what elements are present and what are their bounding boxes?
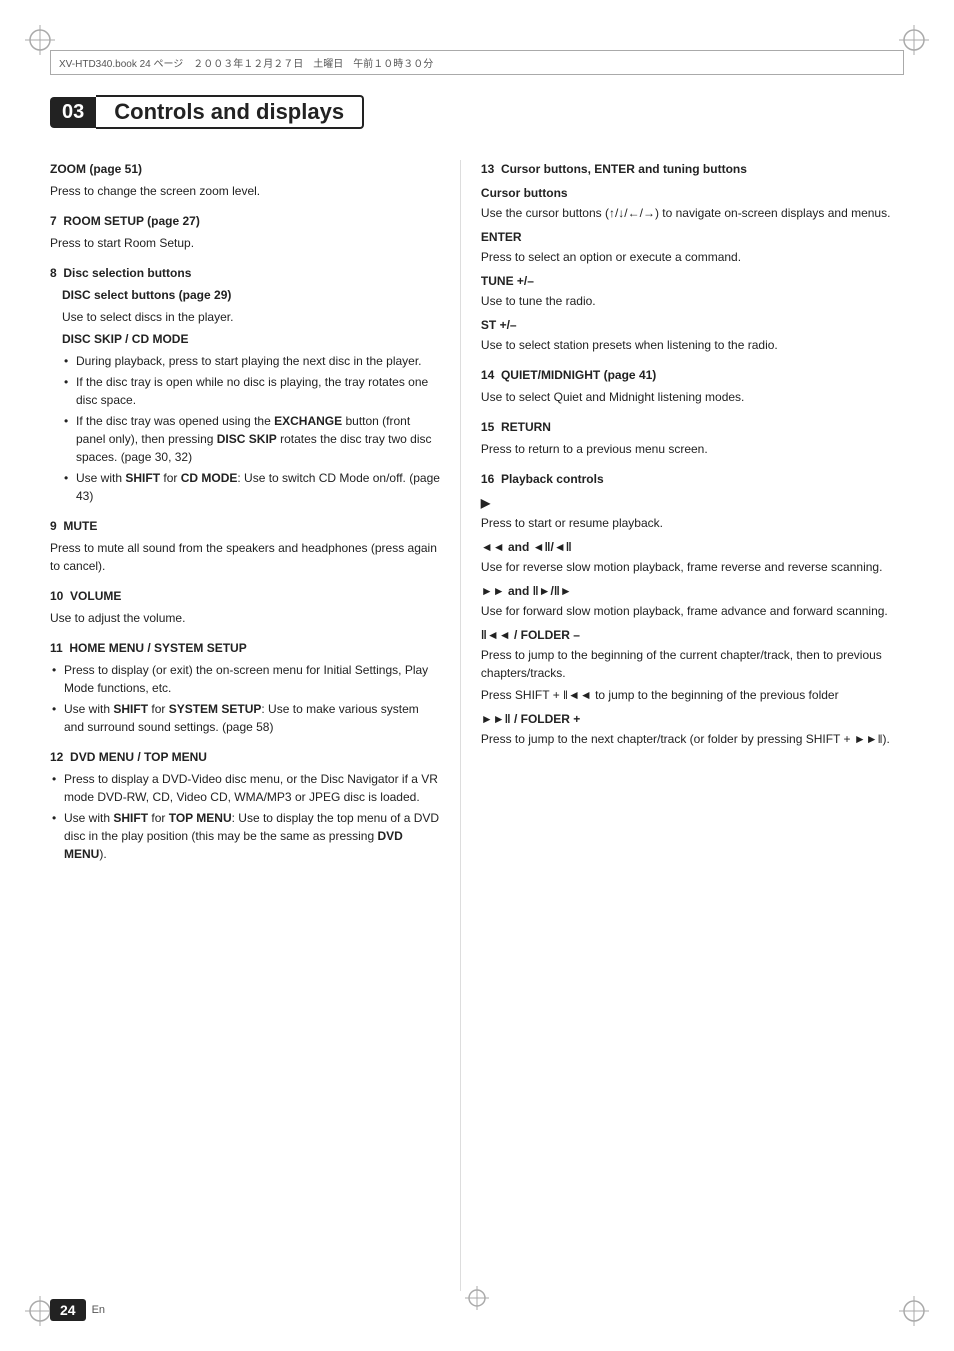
- disc-skip-bullet-4: Use with SHIFT for CD MODE: Use to switc…: [62, 469, 440, 505]
- item11-bullet-1: Press to display (or exit) the on-screen…: [50, 661, 440, 697]
- fwd-body: Use for forward slow motion playback, fr…: [481, 602, 904, 620]
- item14-body: Use to select Quiet and Midnight listeni…: [481, 388, 904, 406]
- disc-skip-bullet-1: During playback, press to start playing …: [62, 352, 440, 370]
- section-item11: 11 HOME MENU / SYSTEM SETUP Press to dis…: [50, 639, 440, 736]
- item7-title: ROOM SETUP (page 27): [63, 214, 199, 228]
- item16-title: Playback controls: [501, 472, 604, 486]
- disc-skip-bullets: During playback, press to start playing …: [62, 352, 440, 505]
- item12-title: DVD MENU / TOP MENU: [70, 750, 207, 764]
- section-item8: 8 Disc selection buttons DISC select but…: [50, 264, 440, 505]
- item15-body: Press to return to a previous menu scree…: [481, 440, 904, 458]
- section-zoom: ZOOM (page 51) Press to change the scree…: [50, 160, 440, 200]
- rew-title: ◄◄ and ◄‖/◄‖: [481, 538, 904, 556]
- next-body: Press to jump to the next chapter/track …: [481, 730, 904, 748]
- item9-number: 9: [50, 519, 57, 533]
- item14-number: 14: [481, 368, 494, 382]
- item15-title: RETURN: [501, 420, 551, 434]
- disc-select-body: Use to select discs in the player.: [62, 308, 440, 326]
- play-title: ▶: [481, 494, 904, 512]
- st-title: ST +/–: [481, 316, 904, 334]
- item9-title: MUTE: [63, 519, 97, 533]
- left-column: ZOOM (page 51) Press to change the scree…: [50, 160, 460, 1291]
- header-bar: XV-HTD340.book 24 ページ ２００３年１２月２７日 土曜日 午前…: [50, 50, 904, 75]
- section-item10: 10 VOLUME Use to adjust the volume.: [50, 587, 440, 627]
- item8-title: Disc selection buttons: [63, 266, 191, 280]
- st-body: Use to select station presets when liste…: [481, 336, 904, 354]
- prev-body: Press to jump to the beginning of the cu…: [481, 646, 904, 682]
- zoom-body: Press to change the screen zoom level.: [50, 182, 440, 200]
- corner-mark-br: [894, 1291, 934, 1331]
- enter-body: Press to select an option or execute a c…: [481, 248, 904, 266]
- item10-number: 10: [50, 589, 63, 603]
- chapter-number: 03: [50, 97, 96, 128]
- prev-shift: Press SHIFT + ‖◄◄ to jump to the beginni…: [481, 686, 904, 704]
- item11-bullet-2: Use with SHIFT for SYSTEM SETUP: Use to …: [50, 700, 440, 736]
- item12-bullets: Press to display a DVD-Video disc menu, …: [50, 770, 440, 863]
- disc-skip-bullet-3: If the disc tray was opened using the EX…: [62, 412, 440, 466]
- section-item7: 7 ROOM SETUP (page 27) Press to start Ro…: [50, 212, 440, 252]
- item16-number: 16: [481, 472, 494, 486]
- item13-number: 13: [481, 162, 494, 176]
- right-column: 13 Cursor buttons, ENTER and tuning butt…: [460, 160, 904, 1291]
- cursor-body: Use the cursor buttons (↑/↓/←/→) to navi…: [481, 204, 904, 222]
- item11-bullets: Press to display (or exit) the on-screen…: [50, 661, 440, 736]
- item14-title: QUIET/MIDNIGHT (page 41): [501, 368, 656, 382]
- page-lang: En: [92, 1304, 105, 1316]
- item15-number: 15: [481, 420, 494, 434]
- tune-body: Use to tune the radio.: [481, 292, 904, 310]
- section-item12: 12 DVD MENU / TOP MENU Press to display …: [50, 748, 440, 863]
- item10-body: Use to adjust the volume.: [50, 609, 440, 627]
- item8-number: 8: [50, 266, 57, 280]
- item9-body: Press to mute all sound from the speaker…: [50, 539, 440, 575]
- chapter-title: Controls and displays: [96, 95, 364, 129]
- item13-title: Cursor buttons, ENTER and tuning buttons: [501, 162, 747, 176]
- item11-title: HOME MENU / SYSTEM SETUP: [69, 641, 246, 655]
- disc-skip-bullet-2: If the disc tray is open while no disc i…: [62, 373, 440, 409]
- disc-skip-title: DISC SKIP / CD MODE: [62, 330, 440, 348]
- disc-select-title: DISC select buttons (page 29): [62, 288, 231, 302]
- page-footer: 24 En: [50, 1299, 105, 1321]
- zoom-title: ZOOM (page 51): [50, 162, 142, 176]
- section-item9: 9 MUTE Press to mute all sound from the …: [50, 517, 440, 575]
- tune-title: TUNE +/–: [481, 272, 904, 290]
- item7-body: Press to start Room Setup.: [50, 234, 440, 252]
- cursor-title: Cursor buttons: [481, 184, 904, 202]
- item12-bullet-2: Use with SHIFT for TOP MENU: Use to disp…: [50, 809, 440, 863]
- prev-title: ‖◄◄ / FOLDER –: [481, 626, 904, 644]
- item12-bullet-1: Press to display a DVD-Video disc menu, …: [50, 770, 440, 806]
- section-item13: 13 Cursor buttons, ENTER and tuning butt…: [481, 160, 904, 354]
- header-text: XV-HTD340.book 24 ページ ２００３年１２月２７日 土曜日 午前…: [59, 59, 433, 70]
- next-title: ►►‖ / FOLDER +: [481, 710, 904, 728]
- item10-title: VOLUME: [70, 589, 121, 603]
- item12-number: 12: [50, 750, 63, 764]
- fwd-title: ►► and ‖►/‖►: [481, 582, 904, 600]
- main-content: ZOOM (page 51) Press to change the scree…: [50, 160, 904, 1291]
- rew-body: Use for reverse slow motion playback, fr…: [481, 558, 904, 576]
- center-bottom-mark: [462, 1283, 492, 1316]
- section-item14: 14 QUIET/MIDNIGHT (page 41) Use to selec…: [481, 366, 904, 406]
- chapter-label: 03 Controls and displays: [50, 95, 364, 129]
- item11-number: 11: [50, 641, 63, 655]
- item7-number: 7: [50, 214, 57, 228]
- page-number: 24: [50, 1299, 86, 1321]
- section-item15: 15 RETURN Press to return to a previous …: [481, 418, 904, 458]
- play-body: Press to start or resume playback.: [481, 514, 904, 532]
- enter-title: ENTER: [481, 228, 904, 246]
- section-item16: 16 Playback controls ▶ Press to start or…: [481, 470, 904, 748]
